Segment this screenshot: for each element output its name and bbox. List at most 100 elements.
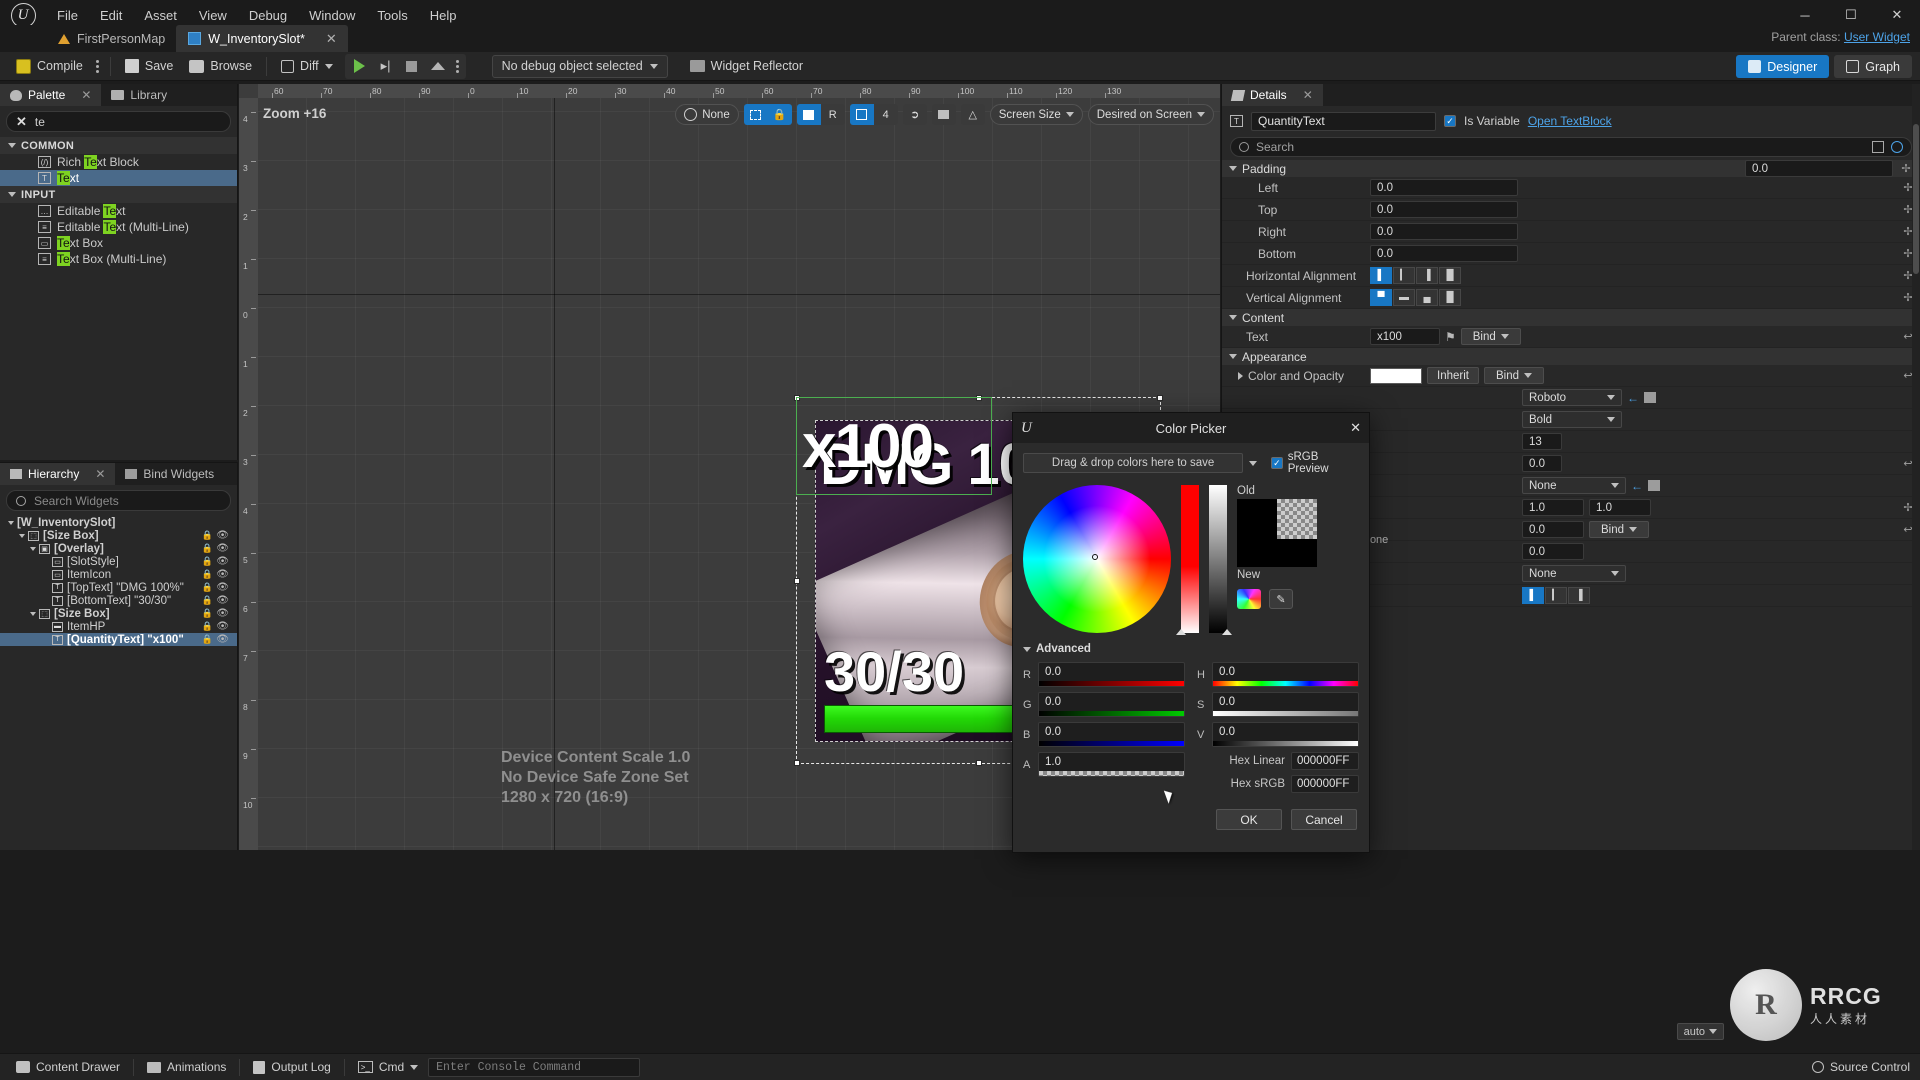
mirror-toggle[interactable]: △	[960, 104, 985, 125]
tree-row[interactable]: T [QuantityText] "x100" 🔒 👁	[0, 633, 237, 646]
misc-dropdown[interactable]: None	[1522, 565, 1626, 582]
visibility-eye-icon[interactable]: 👁	[216, 621, 229, 632]
lock-icon[interactable]: 🔒	[202, 543, 213, 554]
is-variable-checkbox[interactable]: ✓	[1444, 115, 1456, 127]
drag-drop-save-area[interactable]: Drag & drop colors here to save	[1023, 453, 1244, 473]
expand-triangle-icon[interactable]	[30, 611, 36, 616]
lock-icon[interactable]: 🔒	[202, 634, 213, 645]
visibility-eye-icon[interactable]: 👁	[216, 582, 229, 593]
shadow-offset-y-input[interactable]: 1.0	[1589, 499, 1651, 516]
lock-icon[interactable]: 🔒	[202, 556, 213, 567]
s-slider[interactable]: 0.0	[1212, 692, 1359, 717]
localize-text-icon[interactable]: ⚑	[1445, 330, 1456, 344]
visibility-eye-icon[interactable]: 👁	[216, 543, 229, 554]
align-center-button[interactable]: ▎	[1393, 267, 1415, 284]
open-textblock-link[interactable]: Open TextBlock	[1528, 114, 1612, 128]
tree-row[interactable]: [W_InventorySlot]	[0, 516, 237, 529]
visibility-eye-icon[interactable]: 👁	[216, 556, 229, 567]
grid-snap-toggle[interactable]	[849, 104, 874, 125]
font-browse-icon[interactable]: ←	[1627, 391, 1639, 405]
g-slider[interactable]: 0.0	[1038, 692, 1185, 717]
category-appearance[interactable]: Appearance	[1222, 348, 1920, 365]
tree-row[interactable]: ▭ [SlotStyle] 🔒 👁	[0, 555, 237, 568]
expand-triangle-icon[interactable]	[30, 546, 36, 551]
outline-toggle[interactable]	[796, 104, 821, 125]
close-details-icon[interactable]: ✕	[1303, 88, 1313, 102]
animations-button[interactable]: Animations	[137, 1057, 236, 1078]
menu-view[interactable]: View	[188, 4, 238, 27]
palette-group-common[interactable]: COMMON	[0, 137, 237, 154]
justify-center-button[interactable]: ▎	[1545, 587, 1567, 604]
eject-button[interactable]	[425, 55, 451, 78]
valign-bottom-button[interactable]: ▄	[1416, 289, 1438, 306]
menu-file[interactable]: File	[46, 4, 89, 27]
close-tab-icon[interactable]: ✕	[326, 31, 337, 47]
tab-details[interactable]: Details ✕	[1222, 84, 1323, 106]
v-slider[interactable]: 0.0	[1212, 722, 1359, 747]
menu-asset[interactable]: Asset	[133, 4, 188, 27]
gear-icon[interactable]	[1891, 141, 1903, 153]
parent-class-link[interactable]: User Widget	[1844, 30, 1910, 44]
color-wheel-cursor[interactable]	[1092, 554, 1098, 560]
tree-row[interactable]: T [BottomText] "30/30" 🔒 👁	[0, 594, 237, 607]
resize-handle[interactable]	[794, 577, 800, 584]
lock-icon[interactable]: 🔒	[202, 530, 213, 541]
color-picker-dialog[interactable]: U Color Picker ✕ Drag & drop colors here…	[1012, 412, 1370, 853]
lock-icon[interactable]: 🔒	[202, 621, 213, 632]
padding-right-input[interactable]: 0.0	[1370, 223, 1518, 240]
text-bind-button[interactable]: Bind	[1460, 328, 1521, 345]
eyedropper-icon[interactable]: ✎	[1269, 589, 1293, 609]
details-scrollbar[interactable]	[1912, 84, 1920, 850]
shadow-bind-button[interactable]: Bind	[1589, 521, 1649, 538]
palette-item-editable-text-multiline[interactable]: ≡ Editable Text (Multi-Line)	[0, 219, 237, 235]
preview-image-toggle[interactable]	[931, 104, 956, 125]
padding-top-input[interactable]: 0.0	[1370, 201, 1518, 218]
resize-handle[interactable]	[975, 395, 982, 401]
shadow-offset-x-input[interactable]: 1.0	[1522, 499, 1584, 516]
valign-fill-button[interactable]: █	[1439, 289, 1461, 306]
palette-search-input[interactable]: ✕ te	[6, 111, 231, 132]
visibility-eye-icon[interactable]: 👁	[216, 608, 229, 619]
font-asset-icon[interactable]	[1644, 392, 1656, 403]
graph-mode-button[interactable]: Graph	[1834, 55, 1912, 78]
menu-tools[interactable]: Tools	[366, 4, 418, 27]
justify-left-button[interactable]: ▌	[1522, 587, 1544, 604]
category-content[interactable]: Content	[1222, 309, 1920, 326]
tree-row[interactable]: ▣ [Overlay] 🔒 👁	[0, 542, 237, 555]
hierarchy-search-input[interactable]: Search Widgets	[6, 490, 231, 511]
a-slider[interactable]: 1.0	[1038, 752, 1185, 777]
text-value-input[interactable]: x100	[1370, 328, 1440, 345]
localization-preview-toggle[interactable]: R	[820, 104, 845, 125]
palette-item-text-box-multiline[interactable]: ≡ Text Box (Multi-Line)	[0, 251, 237, 267]
tree-row[interactable]: ⬚ [Size Box] 🔒 👁	[0, 529, 237, 542]
select-tool-toggle[interactable]: ➲	[902, 104, 927, 125]
bottom-text-widget[interactable]: 30/30	[824, 639, 964, 704]
cancel-button[interactable]: Cancel	[1291, 809, 1357, 830]
outline-size-input[interactable]: 0.0	[1522, 455, 1562, 472]
designer-mode-button[interactable]: Designer	[1736, 55, 1830, 78]
shadow-color-input[interactable]: 0.0	[1522, 521, 1584, 538]
color-swatch[interactable]	[1370, 367, 1422, 384]
quantity-text-widget[interactable]: x100	[802, 411, 934, 482]
resize-handle[interactable]	[794, 760, 800, 766]
hue-value-bar[interactable]	[1176, 485, 1199, 635]
advanced-section-toggle[interactable]: Advanced	[1023, 643, 1359, 655]
screen-size-selector[interactable]: Screen Size	[989, 104, 1083, 125]
widget-name-input[interactable]: QuantityText	[1251, 111, 1436, 131]
chevron-down-icon[interactable]	[1249, 460, 1258, 466]
content-drawer-button[interactable]: Content Drawer	[6, 1057, 130, 1078]
material-asset-icon[interactable]	[1648, 480, 1660, 491]
console-command-input[interactable]: Enter Console Command	[428, 1057, 641, 1077]
ok-button[interactable]: OK	[1216, 809, 1282, 830]
source-control-button[interactable]: Source Control	[1811, 1060, 1910, 1074]
expand-triangle-icon[interactable]	[19, 533, 25, 538]
misc-input[interactable]: 0.0	[1522, 543, 1584, 560]
play-button[interactable]	[347, 55, 373, 78]
hex-linear-input[interactable]: 000000FF	[1291, 752, 1359, 770]
compile-button[interactable]: Compile	[8, 54, 91, 79]
align-fill-button[interactable]: █	[1439, 267, 1461, 284]
visibility-eye-icon[interactable]: 👁	[216, 634, 229, 645]
step-button[interactable]: ▸|	[373, 55, 399, 78]
color-bind-button[interactable]: Bind	[1484, 367, 1544, 384]
clear-search-icon[interactable]: ✕	[16, 114, 27, 130]
